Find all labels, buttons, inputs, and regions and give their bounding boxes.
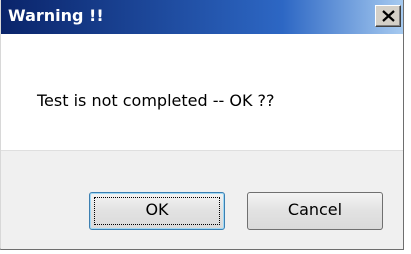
ok-button[interactable]: OK	[89, 192, 225, 230]
cancel-button[interactable]: Cancel	[247, 192, 383, 230]
button-bar: OK Cancel	[1, 150, 403, 249]
window-title: Warning !!	[8, 6, 104, 25]
dialog-content: Test is not completed -- OK ??	[1, 34, 403, 150]
warning-dialog: Warning !! Test is not completed -- OK ?…	[0, 0, 404, 250]
warning-message: Test is not completed -- OK ??	[37, 91, 275, 110]
close-button[interactable]	[375, 5, 401, 27]
title-bar[interactable]: Warning !!	[1, 0, 403, 34]
focus-ring	[94, 197, 220, 225]
close-icon	[382, 10, 395, 22]
cancel-button-label: Cancel	[287, 200, 343, 219]
